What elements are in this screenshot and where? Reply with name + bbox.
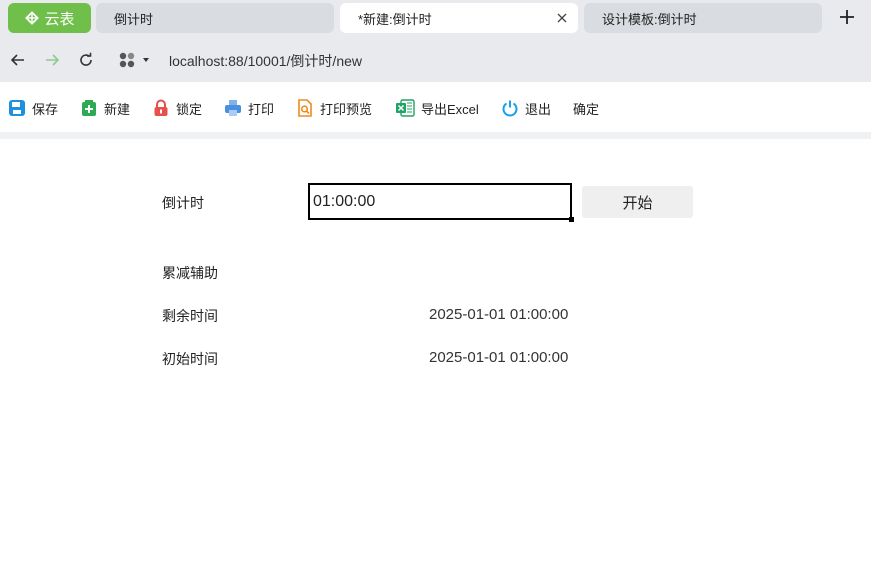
new-doc-icon — [82, 100, 96, 116]
new-button[interactable]: 新建 — [80, 98, 130, 118]
tab-countdown[interactable]: 倒计时 — [96, 3, 334, 33]
save-icon — [9, 100, 25, 116]
reload-icon — [80, 52, 92, 66]
confirm-label: 确定 — [573, 101, 600, 117]
printer-icon — [225, 100, 241, 116]
print-button[interactable]: 打印 — [224, 98, 274, 118]
toolbar: 保存 新建 锁定 打印 打印预览 导出Excel 退出 确定 — [0, 82, 871, 132]
export-excel-button[interactable]: 导出Excel — [395, 98, 479, 118]
toolbar-divider — [0, 132, 871, 139]
excel-icon — [396, 99, 415, 117]
address-bar: localhost:88/10001/倒计时/new — [0, 36, 871, 82]
lock-label: 锁定 — [176, 101, 203, 117]
tab-new-countdown[interactable]: *新建:倒计时 — [340, 3, 578, 33]
exit-button[interactable]: 退出 — [501, 98, 551, 118]
start-button[interactable]: 开始 — [582, 186, 693, 218]
browser-tab-strip: 云表 倒计时 *新建:倒计时 设计模板:倒计时 — [0, 0, 871, 36]
countdown-input[interactable]: 01:00:00 — [308, 183, 574, 222]
brand-home-button[interactable]: 云表 — [8, 3, 91, 33]
export-excel-label: 导出Excel — [421, 101, 479, 117]
lock-icon — [154, 99, 168, 116]
resize-handle[interactable] — [569, 217, 574, 222]
tab-design-template[interactable]: 设计模板:倒计时 — [584, 3, 822, 33]
exit-label: 退出 — [525, 101, 552, 117]
apps-icon — [119, 52, 135, 68]
decrement-helper-label: 累减辅助 — [162, 265, 218, 281]
forward-button[interactable] — [41, 49, 63, 71]
tab-label: *新建:倒计时 — [358, 11, 432, 27]
remaining-time-value: 2025-01-01 01:00:00 — [429, 306, 569, 323]
remaining-time-label: 剩余时间 — [162, 308, 218, 324]
confirm-button[interactable]: 确定 — [573, 98, 599, 118]
plus-icon — [840, 10, 854, 24]
print-label: 打印 — [248, 101, 275, 117]
new-label: 新建 — [104, 101, 131, 117]
new-tab-button[interactable] — [836, 6, 858, 28]
power-icon — [502, 100, 518, 117]
arrow-left-icon — [10, 54, 24, 66]
url-text[interactable]: localhost:88/10001/倒计时/new — [169, 51, 362, 71]
arrow-right-icon — [46, 54, 60, 66]
caret-down-icon — [143, 58, 149, 62]
initial-time-value: 2025-01-01 01:00:00 — [429, 349, 569, 366]
countdown-input-value: 01:00:00 — [313, 192, 376, 210]
initial-time-label: 初始时间 — [162, 351, 218, 367]
tab-label: 倒计时 — [114, 11, 154, 27]
close-icon[interactable] — [554, 10, 570, 26]
print-preview-button[interactable]: 打印预览 — [296, 98, 372, 118]
countdown-label: 倒计时 — [162, 195, 204, 211]
save-button[interactable]: 保存 — [8, 98, 58, 118]
tab-label: 设计模板:倒计时 — [602, 11, 697, 27]
back-button[interactable] — [7, 49, 29, 71]
print-preview-label: 打印预览 — [320, 101, 373, 117]
lock-button[interactable]: 锁定 — [152, 98, 202, 118]
diamond-grid-icon — [25, 11, 40, 25]
save-label: 保存 — [32, 101, 59, 117]
brand-label: 云表 — [44, 10, 75, 28]
print-preview-icon — [298, 99, 312, 117]
reload-button[interactable] — [75, 49, 97, 71]
apps-menu-button[interactable] — [118, 49, 158, 71]
